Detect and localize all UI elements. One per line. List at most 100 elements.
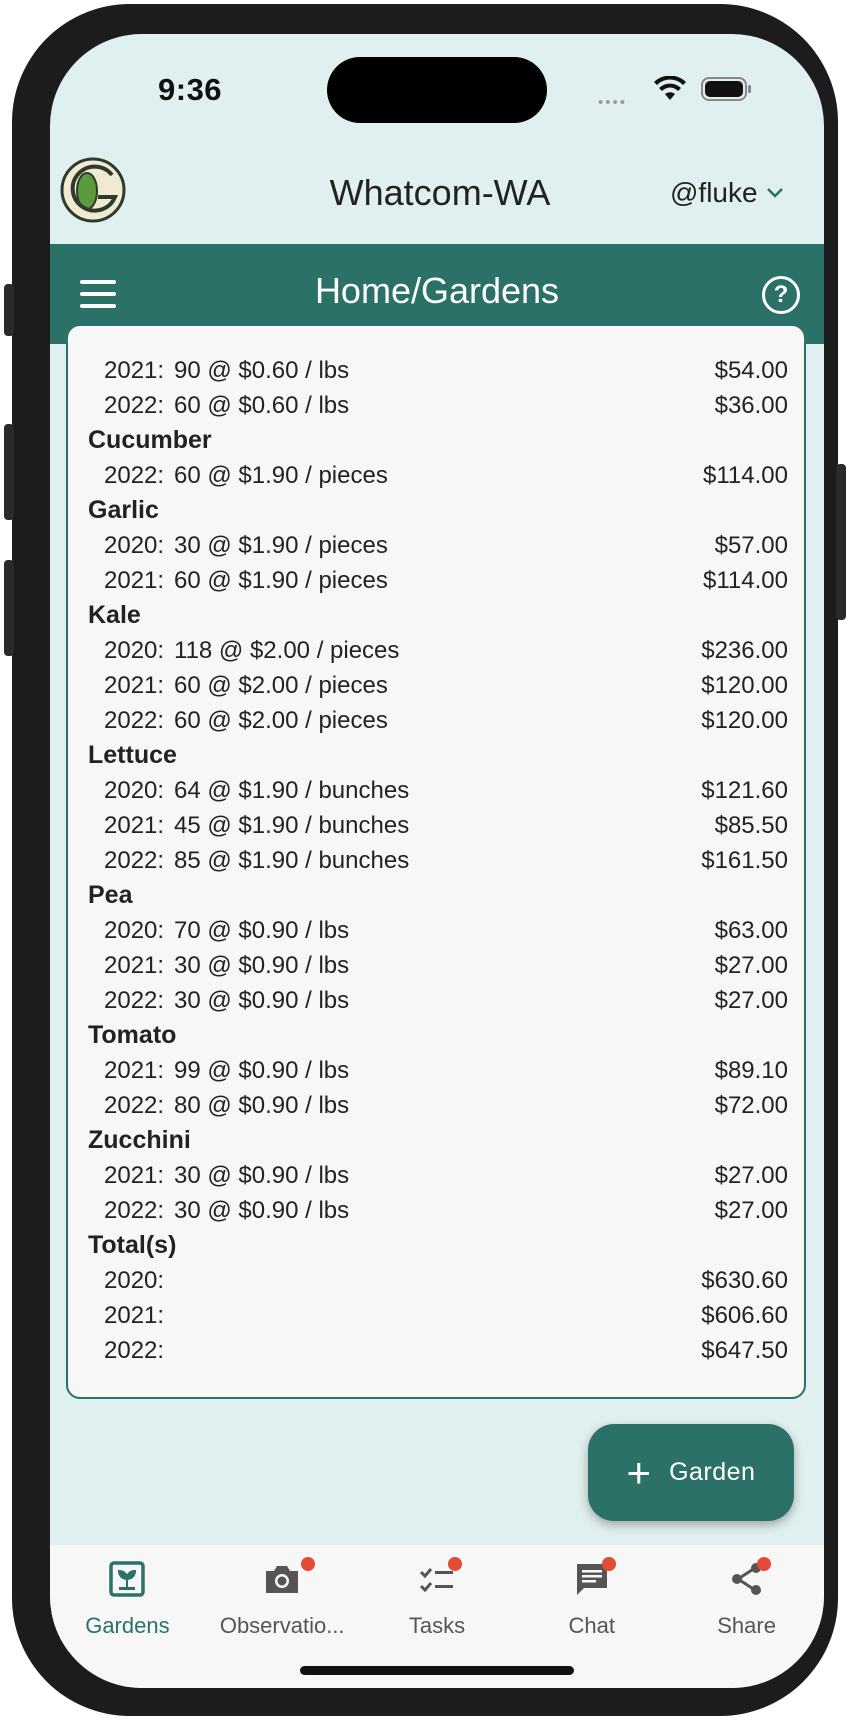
signal-icon: •••• [598,94,628,111]
garden-name-title: Whatcom-WA [329,172,551,213]
nav-item-gardens[interactable]: Gardens [50,1545,205,1688]
crop-heading: Tomato [88,1021,177,1049]
plus-icon: + [626,1448,652,1496]
harvest-amount: $606.60 [701,1302,788,1329]
harvest-detail: 60 @ $2.00 / pieces [174,707,388,734]
harvest-amount: $27.00 [714,987,788,1014]
harvest-detail: 80 @ $0.90 / lbs [174,1092,350,1119]
camera-icon [266,1566,299,1593]
harvest-row: 2022: 80 @ $0.90 / lbs $72.00 [88,1088,788,1123]
action-button [4,284,14,336]
harvest-row: 2021: 60 @ $2.00 / pieces $120.00 [88,668,788,703]
harvest-amount: $54.00 [714,357,788,384]
harvest-amount: $89.10 [714,1057,788,1084]
harvest-detail: 30 @ $0.90 / lbs [174,952,350,979]
harvest-amount: $27.00 [714,1197,788,1224]
nav-label-chat: Chat [568,1613,616,1638]
harvest-amount: $27.00 [714,952,788,979]
harvest-detail: 30 @ $0.90 / lbs [174,1162,350,1189]
harvest-row: 2021: 99 @ $0.90 / lbs $89.10 [88,1053,788,1088]
harvest-detail: 30 @ $0.90 / lbs [174,987,350,1014]
harvest-amount: $36.00 [714,392,788,419]
tasks-badge [447,1557,462,1571]
harvest-row: 2021: $606.60 [88,1298,788,1333]
chevron-down-icon [766,188,783,198]
harvest-detail [174,1263,588,1298]
harvest-amount: $72.00 [714,1092,788,1119]
volume-down-button [4,560,14,656]
crop-heading: Pea [88,881,133,909]
harvest-year: 2022: [104,462,165,489]
harvest-year: 2022: [104,707,165,734]
nav-label-observations: Observatio... [219,1613,345,1638]
harvest-amount: $63.00 [714,917,788,944]
harvest-row: 2022: 60 @ $1.90 / pieces $114.00 [88,458,788,493]
crop-heading: Kale [88,601,141,629]
harvest-detail: 85 @ $1.90 / bunches [174,847,410,874]
app-logo[interactable] [60,157,126,223]
harvest-detail: 60 @ $1.90 / pieces [174,567,388,594]
wifi-icon [654,76,686,100]
add-garden-label: Garden [669,1458,756,1486]
harvest-amount: $114.00 [703,567,788,594]
crop-heading: Cucumber [88,426,212,454]
add-garden-button[interactable]: + Garden [588,1424,794,1521]
harvest-amount: $120.00 [701,707,788,734]
harvest-year: 2022: [104,1197,165,1224]
harvest-detail: 60 @ $2.00 / pieces [174,672,388,699]
harvest-detail: 70 @ $0.90 / lbs [174,917,350,944]
harvest-year: 2020: [104,637,165,664]
observations-badge [300,1557,315,1571]
crop-heading: Total(s) [88,1231,177,1259]
harvest-amount: $121.60 [701,777,788,804]
crop-heading: Garlic [88,496,159,524]
harvest-list: 2021: 90 @ $0.60 / lbs $54.00 2022: 60 @ $0.… [88,353,788,1368]
harvest-year: 2021: [104,812,165,839]
harvest-detail: 60 @ $0.60 / lbs [174,392,350,419]
harvest-amount: $647.50 [701,1337,788,1364]
harvest-row: 2022: 60 @ $2.00 / pieces $120.00 [88,703,788,738]
harvest-year: 2022: [104,987,165,1014]
power-button [836,464,846,620]
harvest-detail [174,1333,588,1368]
harvest-year: 2021: [104,1057,165,1084]
harvest-year: 2022: [104,847,165,874]
harvest-detail: 64 @ $1.90 / bunches [174,777,410,804]
battery-icon [701,77,751,101]
harvest-detail: 30 @ $1.90 / pieces [174,532,388,559]
harvest-year: 2020: [104,777,165,804]
harvest-detail: 60 @ $1.90 / pieces [174,462,388,489]
status-time: 9:36 [158,72,223,107]
username-label: @fluke [670,177,758,208]
harvest-amount: $120.00 [701,672,788,699]
dynamic-island [327,57,547,123]
harvest-detail: 30 @ $0.90 / lbs [174,1197,350,1224]
help-icon[interactable]: ? [762,276,800,314]
crop-heading: Lettuce [88,741,177,769]
harvest-row: 2020: 118 @ $2.00 / pieces $236.00 [88,633,788,668]
nav-item-share[interactable]: Share [669,1545,824,1688]
harvest-detail [174,1298,588,1333]
harvest-row: 2022: 30 @ $0.90 / lbs $27.00 [88,983,788,1018]
user-menu[interactable]: @fluke [670,177,784,209]
harvest-detail: 45 @ $1.90 / bunches [174,812,410,839]
app-screen: 9:36 •••• Whatcom-WA @fluke Home/Gardens… [50,34,824,1688]
harvest-year: 2020: [104,1267,165,1294]
harvest-year: 2021: [104,567,165,594]
chat-badge [602,1557,617,1571]
nav-label-tasks: Tasks [408,1613,466,1638]
nav-label-share: Share [717,1613,776,1638]
harvest-year: 2020: [104,532,165,559]
harvest-year: 2022: [104,392,165,419]
harvest-detail: 99 @ $0.90 / lbs [174,1057,350,1084]
harvest-amount: $161.50 [701,847,788,874]
harvest-amount: $27.00 [714,1162,788,1189]
harvest-amount: $85.50 [714,812,788,839]
harvest-detail: 118 @ $2.00 / pieces [174,637,400,664]
harvest-year: 2020: [104,917,165,944]
page-title: Home/Gardens [314,270,560,311]
harvest-year: 2022: [104,1092,165,1119]
harvest-year: 2021: [104,357,165,384]
volume-up-button [4,424,14,520]
harvest-row: 2020: $630.60 [88,1263,788,1298]
